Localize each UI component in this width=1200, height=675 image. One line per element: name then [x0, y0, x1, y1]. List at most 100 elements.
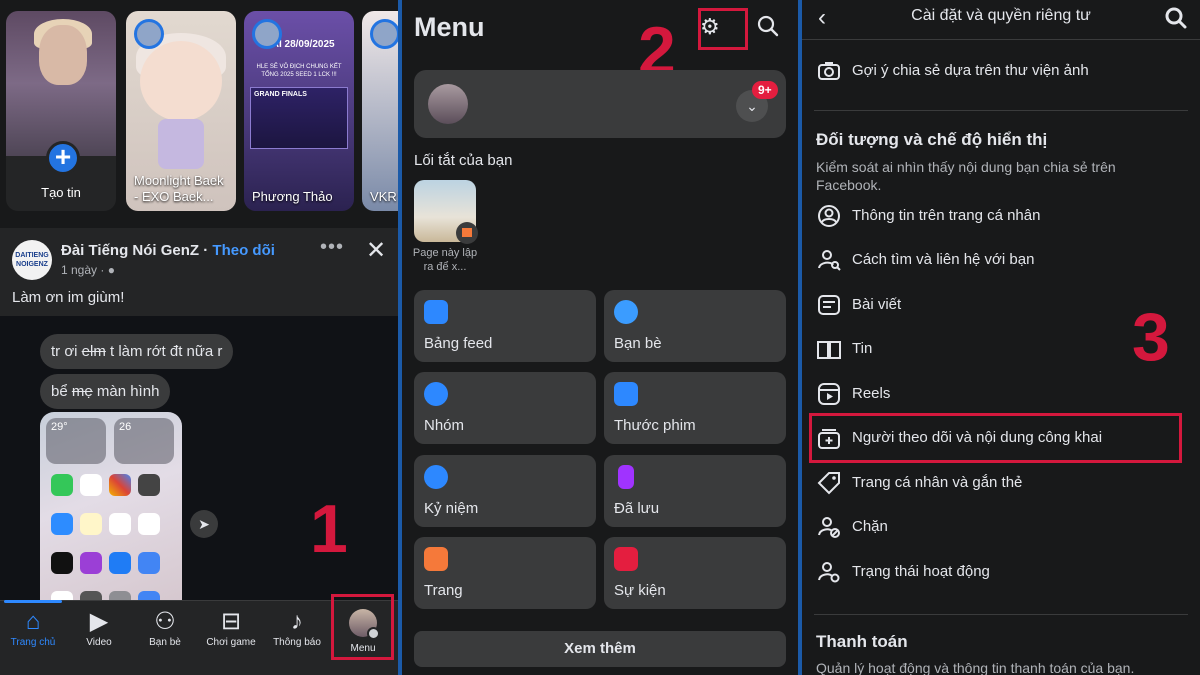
page-name-link[interactable]: Đài Tiếng Nói GenZ: [61, 242, 199, 259]
reels-icon: [614, 382, 638, 406]
name-separator: ·: [199, 242, 213, 259]
video-icon: ▶: [89, 608, 109, 635]
create-story-card[interactable]: + Tạo tin: [6, 11, 116, 211]
post-time: 1 ngày ·: [61, 263, 108, 277]
tile-label: Nhóm: [424, 417, 465, 434]
shortcut-thumbnail: [414, 180, 478, 244]
app-grid: [48, 470, 178, 600]
home-icon: ⌂: [25, 608, 41, 635]
tile-label: Trang: [424, 582, 463, 599]
section-title: Thanh toán: [816, 632, 908, 651]
story-card[interactable]: VKR: [362, 11, 398, 211]
settings-item-label: Trang cá nhân và gắn thẻ: [852, 474, 1023, 491]
story-card[interactable]: MAI 28/09/2025 HLE SẼ VÔ ĐỊCH CHUNG KẾT …: [244, 11, 354, 211]
stories-tray: + Tạo tin Moonlight Baek - EXO Baek... M…: [0, 0, 398, 222]
tile-groups[interactable]: Nhóm: [414, 372, 596, 444]
search-icon[interactable]: [756, 14, 780, 38]
menu-panel: Menu 2 ⚙ ⌄ 9+ Lối tắt của bạn Page này l…: [402, 0, 798, 675]
activity-status-icon: [818, 562, 840, 583]
plus-icon: +: [46, 141, 80, 175]
gamepad-icon: ⊟: [220, 608, 242, 635]
close-icon[interactable]: ✕: [366, 236, 386, 265]
page-flag-icon: [456, 222, 478, 244]
story-author: Phương Thảo: [252, 189, 333, 204]
story-image-face: [140, 41, 222, 121]
app-icon: [80, 591, 102, 600]
globe-icon: ●: [107, 263, 115, 277]
post-author: Đài Tiếng Nói GenZ · Theo dõi: [61, 242, 275, 259]
divider: [814, 110, 1188, 111]
bubble-text: bể: [51, 383, 72, 400]
settings-item-block[interactable]: Chặn: [814, 508, 1194, 548]
settings-item-label: Tin: [852, 340, 873, 357]
tile-pages[interactable]: Trang: [414, 537, 596, 609]
nav-gaming[interactable]: ⊟ Chơi game: [198, 607, 264, 648]
groups-icon: [424, 382, 448, 406]
app-icon: [138, 552, 160, 574]
tile-events[interactable]: Sự kiện: [604, 537, 786, 609]
nav-notifications[interactable]: ♪ Thông báo: [264, 607, 330, 648]
divider: [814, 614, 1188, 615]
app-icon: [51, 513, 73, 535]
settings-item-profile-info[interactable]: Thông tin trên trang cá nhân: [814, 197, 1194, 237]
tile-reels[interactable]: Thước phim: [604, 372, 786, 444]
nav-video[interactable]: ▶ Video: [66, 607, 132, 648]
memories-icon: [424, 465, 448, 489]
avatar: [428, 84, 468, 124]
settings-item-activity-status[interactable]: Trạng thái hoạt động: [814, 553, 1194, 593]
settings-item-label: Cách tìm và liên hệ với bạn: [852, 251, 1035, 268]
follow-button[interactable]: Theo dõi: [212, 242, 275, 259]
friends-icon: ⚇: [154, 608, 176, 635]
nav-home[interactable]: ⌂ Trang chủ: [0, 600, 66, 648]
saved-icon: [618, 465, 634, 489]
post-text: Làm ơn im giùm!: [12, 289, 125, 306]
notification-badge: 9+: [752, 81, 778, 99]
reels-icon: [818, 383, 840, 405]
feed-icon: [424, 300, 448, 324]
posts-icon: [818, 295, 840, 315]
see-more-button[interactable]: Xem thêm: [414, 631, 786, 667]
app-icon: [138, 474, 160, 496]
section-description: Kiểm soát ai nhìn thấy nội dung bạn chia…: [816, 159, 1116, 193]
profile-icon: [818, 205, 840, 227]
tile-friends[interactable]: Bạn bè: [604, 290, 786, 362]
app-icon: [109, 474, 131, 496]
block-icon: [818, 517, 840, 538]
step-number-1: 1: [310, 491, 348, 567]
app-icon: [138, 591, 160, 600]
settings-item-find-contact[interactable]: Cách tìm và liên hệ với bạn: [814, 241, 1194, 281]
app-icon: [51, 591, 73, 600]
camera-icon: [818, 62, 840, 80]
pages-icon: [424, 547, 448, 571]
tile-label: Bảng feed: [424, 335, 493, 352]
nav-label: Thông báo: [273, 637, 321, 648]
bubble-text: tr ơi: [51, 343, 82, 360]
settings-panel: ‹ Cài đặt và quyền riêng tư Gợi ý chia s…: [802, 0, 1200, 675]
settings-item-reels[interactable]: Reels: [814, 375, 1194, 415]
share-icon[interactable]: ➤: [190, 510, 218, 538]
nav-friends[interactable]: ⚇ Bạn bè: [132, 607, 198, 648]
settings-item-tagging[interactable]: Trang cá nhân và gắn thẻ: [814, 464, 1194, 504]
widget-value: 29°: [51, 421, 68, 433]
bubble-strike-text: mẹ: [71, 383, 93, 400]
settings-item-label: Chặn: [852, 518, 888, 535]
tile-label: Thước phim: [614, 417, 696, 434]
more-options-icon[interactable]: •••: [320, 236, 344, 259]
page-avatar[interactable]: DAITIENG NOIGENZ: [12, 240, 52, 280]
search-icon[interactable]: [1164, 6, 1188, 30]
step-number-3: 3: [1132, 299, 1170, 375]
tile-memories[interactable]: Kỷ niệm: [414, 455, 596, 527]
app-icon: [51, 474, 73, 496]
tile-feed[interactable]: Bảng feed: [414, 290, 596, 362]
story-card[interactable]: Moonlight Baek - EXO Baek...: [126, 11, 236, 211]
story-label: Tạo tin: [41, 185, 81, 200]
bell-icon: ♪: [291, 608, 303, 635]
tile-saved[interactable]: Đã lưu: [604, 455, 786, 527]
shortcut-page[interactable]: Page này lập ra để x...: [413, 180, 478, 274]
settings-header: ‹ Cài đặt và quyền riêng tư: [802, 0, 1200, 40]
profile-card[interactable]: ⌄ 9+: [414, 70, 786, 138]
nav-label: Bạn bè: [149, 637, 181, 648]
app-icon: [109, 513, 131, 535]
settings-item-photo-suggestions[interactable]: Gợi ý chia sẻ dựa trên thư viện ảnh: [814, 52, 1194, 92]
events-icon: [614, 547, 638, 571]
